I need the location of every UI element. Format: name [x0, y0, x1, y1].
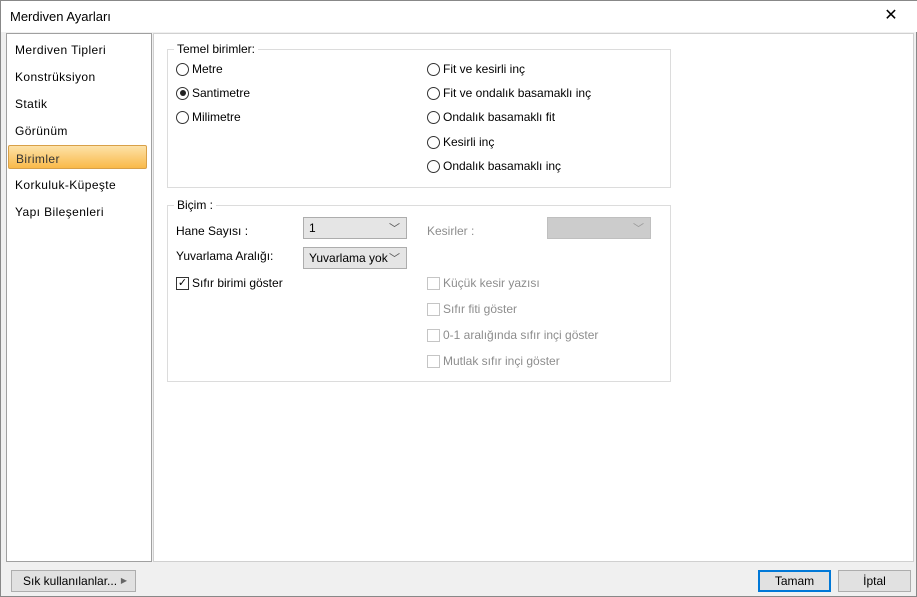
- rounding-value: Yuvarlama yok: [309, 251, 388, 265]
- radio-label: Metre: [192, 62, 223, 76]
- cancel-button[interactable]: İptal: [838, 570, 911, 592]
- main-panel: Temel birimler: Metre Santimetre Milimet…: [153, 33, 914, 562]
- radio-circle: [176, 86, 189, 100]
- small-fraction-checkbox[interactable]: Küçük kesir yazısı: [427, 276, 540, 290]
- radio-santimetre[interactable]: Santimetre: [176, 86, 250, 100]
- radio-label: Ondalık basamaklı fit: [443, 110, 556, 124]
- radio-circle: [427, 62, 440, 76]
- radio-circle: [427, 110, 440, 124]
- radio-ondalik-inc[interactable]: Ondalık basamaklı inç: [427, 159, 561, 173]
- radio-milimetre[interactable]: Milimetre: [176, 110, 241, 124]
- radio-circle: [427, 86, 440, 100]
- radio-label: Fit ve kesirli inç: [443, 62, 526, 76]
- chevron-down-icon: ﹀: [389, 223, 400, 235]
- format-group: Biçim : Hane Sayısı : 1 ﹀ Kesirler : ﹀ Yu…: [167, 198, 671, 382]
- checkbox-box: [427, 354, 440, 368]
- sidebar-item-statik[interactable]: Statik: [15, 97, 47, 111]
- base-units-group: Temel birimler: Metre Santimetre Milimet…: [167, 42, 671, 188]
- chevron-down-icon: ﹀: [389, 253, 400, 265]
- base-units-legend: Temel birimler:: [174, 42, 259, 56]
- show-zero-unit-checkbox[interactable]: ✓ Sıfır birimi göster: [176, 276, 283, 290]
- rounding-label: Yuvarlama Aralığı:: [176, 249, 274, 263]
- sidebar-item-gorunum[interactable]: Görünüm: [15, 124, 68, 138]
- radio-circle: [427, 159, 440, 173]
- sidebar-item-yapi-bilesenleri[interactable]: Yapı Bileşenleri: [15, 205, 104, 219]
- checkmark-icon: ✓: [176, 276, 189, 290]
- radio-metre[interactable]: Metre: [176, 62, 223, 76]
- sidebar-item-birimler[interactable]: Birimler: [8, 145, 147, 169]
- chevron-down-icon: ﹀: [633, 223, 644, 235]
- radio-label: Milimetre: [192, 110, 241, 124]
- close-icon[interactable]: ✕: [879, 4, 903, 28]
- favorites-label: Sık kullanılanlar...: [23, 574, 118, 588]
- checkbox-box: [427, 302, 440, 316]
- radio-label: Fit ve ondalık basamaklı inç: [443, 86, 592, 100]
- digits-select[interactable]: 1 ﹀: [303, 217, 407, 239]
- fractions-label: Kesirler :: [427, 224, 475, 238]
- sidebar-item-konstruksiyon[interactable]: Konstrüksiyon: [15, 70, 96, 84]
- sidebar: Merdiven Tipleri Konstrüksiyon Statik Gö…: [6, 33, 152, 562]
- radio-ondalik-fit[interactable]: Ondalık basamaklı fit: [427, 110, 555, 124]
- radio-kesirli-inc[interactable]: Kesirli inç: [427, 135, 494, 149]
- rounding-select[interactable]: Yuvarlama yok ﹀: [303, 247, 407, 269]
- sidebar-item-merdiven-tipleri[interactable]: Merdiven Tipleri: [15, 43, 106, 57]
- sidebar-item-korkuluk-kupeste[interactable]: Korkuluk-Küpeşte: [15, 178, 116, 192]
- radio-circle: [427, 135, 440, 149]
- checkbox-box: [427, 276, 440, 290]
- checkbox-label: 0-1 aralığında sıfır inçi göster: [443, 328, 599, 342]
- title-bar: Merdiven Ayarları ✕: [1, 1, 917, 32]
- radio-circle: [176, 110, 189, 124]
- favorites-button[interactable]: Sık kullanılanlar... ▶: [11, 570, 136, 592]
- fractions-select[interactable]: ﹀: [547, 217, 651, 239]
- digits-value: 1: [309, 221, 316, 235]
- radio-label: Santimetre: [192, 86, 251, 100]
- chevron-right-icon: ▶: [120, 576, 127, 585]
- format-legend: Biçim :: [174, 198, 216, 212]
- radio-label: Kesirli inç: [443, 135, 495, 149]
- ok-button[interactable]: Tamam: [758, 570, 831, 592]
- digits-label: Hane Sayısı :: [176, 224, 249, 238]
- checkbox-label: Küçük kesir yazısı: [443, 276, 540, 290]
- radio-fit-ondalik-inc[interactable]: Fit ve ondalık basamaklı inç: [427, 86, 591, 100]
- radio-circle: [176, 62, 189, 76]
- radio-label: Ondalık basamaklı inç: [443, 159, 562, 173]
- radio-fit-kesirli-inc[interactable]: Fit ve kesirli inç: [427, 62, 525, 76]
- zero-inch-range-checkbox[interactable]: 0-1 aralığında sıfır inçi göster: [427, 328, 598, 342]
- absolute-zero-inch-checkbox[interactable]: Mutlak sıfır inçi göster: [427, 354, 560, 368]
- checkbox-label: Sıfır birimi göster: [192, 276, 283, 290]
- zero-feet-checkbox[interactable]: Sıfır fiti göster: [427, 302, 517, 316]
- checkbox-label: Sıfır fiti göster: [443, 302, 518, 316]
- window-title: Merdiven Ayarları: [10, 9, 111, 24]
- checkbox-box: [427, 328, 440, 342]
- checkbox-label: Mutlak sıfır inçi göster: [443, 354, 560, 368]
